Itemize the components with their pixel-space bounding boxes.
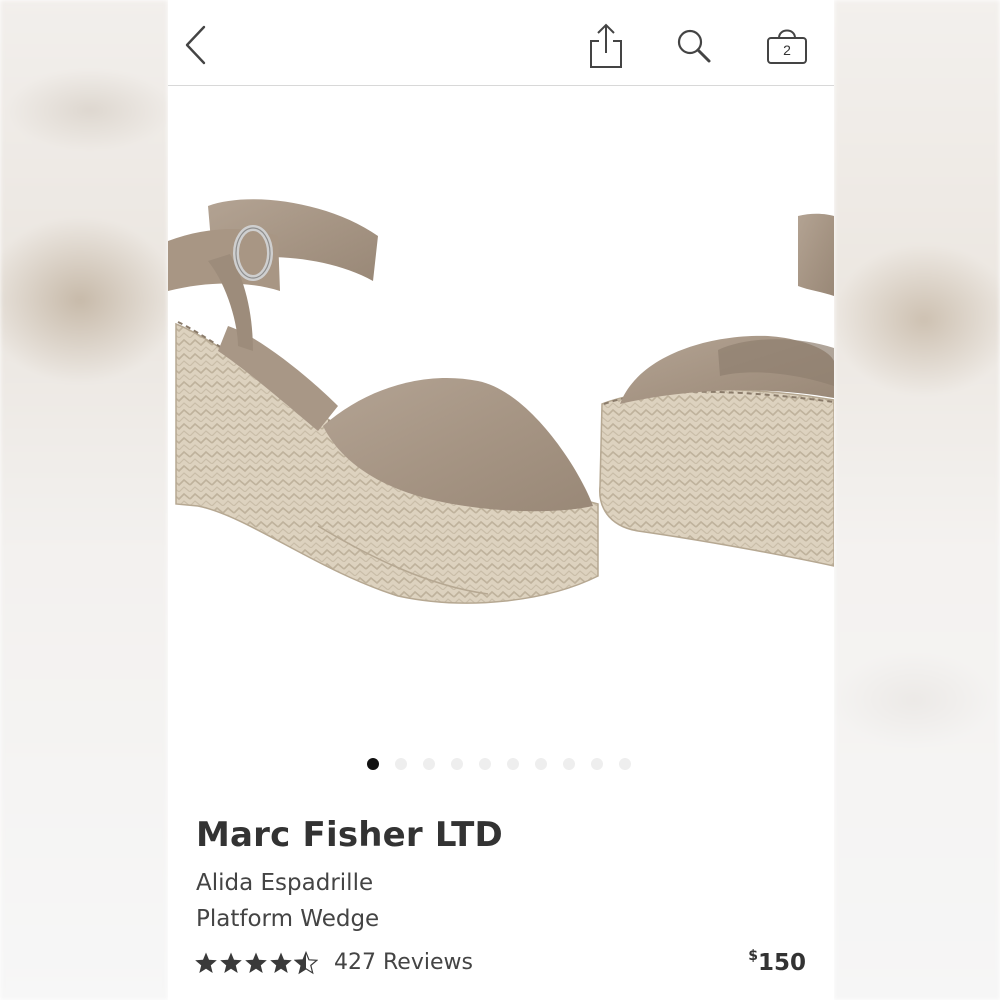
pagination-dot-7[interactable] [535, 758, 547, 770]
back-button[interactable] [176, 20, 216, 70]
product-image-carousel[interactable] [168, 86, 834, 736]
half-star-icon [294, 950, 318, 974]
pagination-dot-5[interactable] [479, 758, 491, 770]
pagination-dot-1[interactable] [367, 758, 379, 770]
pagination-dot-8[interactable] [563, 758, 575, 770]
chevron-left-icon [185, 25, 206, 65]
image-pagination-dots [367, 758, 631, 770]
pagination-dot-4[interactable] [451, 758, 463, 770]
product-photo [168, 199, 834, 604]
search-icon [677, 29, 711, 63]
reviews-link[interactable]: 427 Reviews [334, 950, 473, 975]
star-icon [220, 952, 242, 973]
currency-symbol: $ [748, 948, 758, 964]
share-icon [590, 23, 622, 68]
product-brand[interactable]: Marc Fisher LTD [196, 815, 503, 855]
pagination-dot-3[interactable] [423, 758, 435, 770]
pagination-dot-6[interactable] [507, 758, 519, 770]
star-icon [270, 952, 292, 973]
price-value: 150 [757, 950, 806, 976]
shopping-bag-button[interactable]: 2 [764, 22, 810, 68]
app-screen: 2 Marc Fisher LTD Alida Espadrille Platf… [168, 0, 834, 1000]
star-icon [245, 952, 267, 973]
pagination-dot-2[interactable] [395, 758, 407, 770]
star-rating [194, 950, 318, 975]
bag-item-count: 2 [783, 42, 791, 58]
pagination-dot-10[interactable] [619, 758, 631, 770]
star-icon [195, 952, 217, 973]
pagination-dot-9[interactable] [591, 758, 603, 770]
product-name-line-1: Alida Espadrille [196, 870, 374, 896]
share-button[interactable] [584, 20, 628, 72]
blurred-background-right [834, 0, 1000, 1000]
search-button[interactable] [672, 24, 716, 68]
product-name-line-2: Platform Wedge [196, 906, 380, 932]
rating-row[interactable]: 427 Reviews [194, 950, 473, 975]
blurred-background-left [0, 0, 168, 1000]
top-navigation-bar: 2 [168, 0, 834, 86]
product-price: $150 [748, 948, 806, 976]
